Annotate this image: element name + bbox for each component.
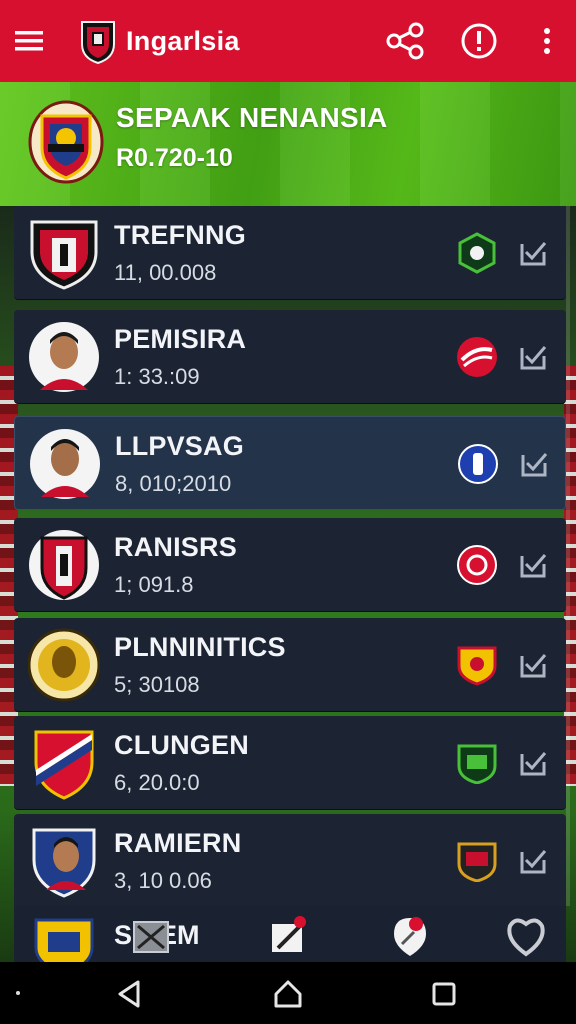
alert-icon [461,23,497,59]
team-name: PLNNINITICS [114,632,286,662]
team-name: RANISRS [114,532,237,562]
check-box-icon[interactable] [518,748,548,778]
league-header: SEPAΛK NENANSIA R0.720-10 [0,82,576,206]
check-box-icon[interactable] [519,449,549,479]
edit-icon[interactable] [268,914,312,958]
notification-dot [16,991,20,995]
more-vert-icon [544,28,550,54]
system-nav-bar [0,962,576,1024]
team-crest-icon [30,220,98,290]
check-box-icon[interactable] [518,550,548,580]
bottom-tab-bar [0,906,576,962]
list-item-selected[interactable]: LLPVSAG 8, 010;2010 [14,416,566,510]
team-name: LLPVSAG [115,431,244,461]
check-box-icon[interactable] [518,846,548,876]
team-stats: 6, 20.0:0 [114,770,200,795]
menu-button[interactable] [0,0,58,82]
player-shield-icon [32,828,96,898]
team-stats: 11, 00.008 [114,260,217,285]
pin-icon[interactable] [388,914,432,958]
list-item[interactable]: PLNNINITICS 5; 30108 [14,618,566,712]
team-crest-icon [29,530,99,600]
team-name: CLUNGEN [114,730,249,760]
back-icon[interactable] [112,976,148,1012]
list-item[interactable]: PEMISIRA 1: 33.:09 [14,310,566,404]
check-box-icon[interactable] [518,238,548,268]
dark-shield-badge-icon [457,842,497,882]
app-bar: Ingarlsia [0,0,576,82]
green-shield-badge-icon [458,232,496,274]
club-logo-icon [81,21,115,64]
team-stats: 1: 33.:09 [114,364,200,389]
blue-circle-badge-icon [458,444,498,484]
league-crest-icon [28,100,104,184]
team-crest-icon [28,628,100,702]
list-item[interactable]: TREFNNG 11, 00.008 [14,206,566,300]
app-bar-actions [370,0,576,82]
menu-icon [15,31,43,51]
team-stats: 8, 010;2010 [115,471,232,496]
red-circle-badge-icon [457,545,497,585]
team-name: TREFNNG [114,220,246,250]
list-item[interactable]: RAMIERN 3, 10 0.06 [14,814,566,908]
check-box-icon[interactable] [518,650,548,680]
check-box-icon[interactable] [518,342,548,372]
home-icon[interactable] [270,976,306,1012]
app-title: Ingarlsia [126,25,240,56]
scrollbar[interactable] [566,206,570,906]
list-item[interactable]: RANISRS 1; 091.8 [14,518,566,612]
red-swoosh-badge-icon [457,337,497,377]
share-button[interactable] [370,0,440,82]
team-stats: 1; 091.8 [114,572,194,597]
alert-button[interactable] [440,0,518,82]
league-subtitle: R0.720-10 [116,144,233,172]
more-button[interactable] [518,0,576,82]
team-stats: 5; 30108 [114,672,200,697]
team-stats: 3, 10 0.06 [114,868,212,893]
yellow-shield-badge-icon [457,646,497,686]
share-icon [386,22,424,60]
player-photo-icon [30,429,100,499]
list-item[interactable]: CLUNGEN 6, 20.0:0 [14,716,566,810]
app-screen: Ingarlsia SEPAΛK NENANSIA R0.720-10 TREF… [0,0,576,1024]
team-name: PEMISIRA [114,324,247,354]
close-box-icon[interactable] [130,914,174,958]
league-title: SEPAΛK NENANSIA [116,102,388,133]
green-shield-badge-icon [457,744,497,784]
recents-icon[interactable] [426,976,462,1012]
player-photo-icon [29,322,99,392]
heart-icon[interactable] [504,914,548,958]
team-name: RAMIERN [114,828,242,858]
team-crest-icon [34,730,94,800]
